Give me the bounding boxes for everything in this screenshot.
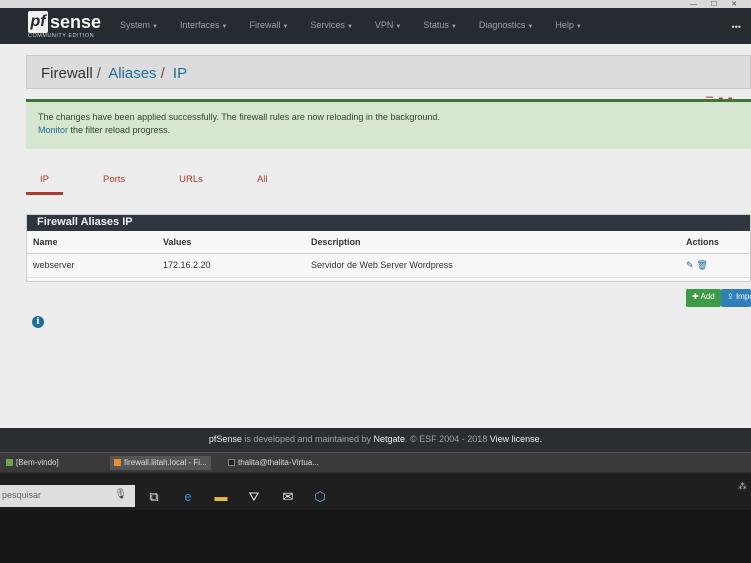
taskbar-app-terminal[interactable]: thalita@thalita-Virtua... — [224, 456, 323, 470]
footer-text1: is developed and maintained by — [241, 434, 374, 444]
taskbar-app-welcome[interactable]: [Bem-vindo] — [2, 456, 63, 470]
menu-services[interactable]: Services ▼ — [310, 20, 352, 30]
footer-text2: . © ESF 2004 - 2018 — [405, 434, 490, 444]
aliases-panel: Firewall Aliases IP Name Values Descript… — [26, 214, 751, 282]
search-box[interactable]: pesquisar 🎙 — [0, 485, 135, 507]
main-menu: System ▼ Interfaces ▼ Firewall ▼ Services ▼ … — [120, 20, 604, 30]
menu-help[interactable]: Help ▼ — [555, 20, 581, 30]
task-view-icon[interactable]: ⧉ — [146, 489, 162, 505]
firefox-icon — [114, 459, 121, 466]
logo-sense: sense — [50, 12, 102, 32]
tab-ports[interactable]: Ports — [89, 168, 139, 195]
footer-netgate-link[interactable]: Netgate — [374, 434, 406, 444]
breadcrumb-aliases[interactable]: Aliases — [108, 65, 156, 82]
file-explorer-icon[interactable]: ▬ — [213, 489, 229, 505]
edge-icon[interactable]: e — [180, 489, 196, 505]
col-description[interactable]: Description — [305, 231, 680, 254]
system-tray-icon[interactable]: ⁂ — [738, 481, 747, 492]
menu-interfaces[interactable]: Interfaces ▼ — [180, 20, 227, 30]
alias-name: webserver — [27, 253, 157, 278]
aliases-table: Name Values Description Actions webserve… — [27, 231, 750, 278]
col-values[interactable]: Values — [157, 231, 305, 254]
footer-license-link[interactable]: View license. — [490, 434, 542, 444]
search-placeholder: pesquisar — [2, 490, 42, 500]
import-button[interactable]: ⇪ Import — [721, 289, 751, 307]
menu-firewall[interactable]: Firewall ▼ — [249, 20, 288, 30]
terminal-icon — [228, 459, 235, 466]
logo-edition: COMMUNITY EDITION — [28, 33, 95, 39]
info-icon[interactable]: i — [32, 316, 44, 328]
upload-icon: ⇪ — [727, 292, 736, 301]
tab-urls[interactable]: URLs — [165, 168, 217, 195]
col-name[interactable]: Name — [27, 231, 157, 254]
success-alert: The changes have been applied successful… — [26, 99, 751, 149]
col-actions: Actions — [680, 231, 750, 254]
window-controls[interactable]: — ☐ ✕ — [690, 0, 743, 8]
add-button[interactable]: ✚ Add — [686, 289, 721, 307]
top-navbar: pf sense COMMUNITY EDITION System ▼ Inter… — [0, 8, 751, 44]
taskbar-app-firefox[interactable]: firewall.liitah.local - Fi... — [110, 456, 211, 470]
app-icon — [6, 459, 13, 466]
panel-title: Firewall Aliases IP — [27, 215, 750, 231]
windows-taskbar: pesquisar 🎙 ⧉ e ▬ ⛛ ✉ ⬡ ⁂ — [0, 472, 751, 510]
menu-vpn[interactable]: VPN ▼ — [375, 20, 401, 30]
alias-values: 172.16.2.20 — [157, 253, 305, 278]
logo-pf: pf — [28, 11, 48, 33]
footer-brand[interactable]: pfSense — [209, 434, 242, 444]
edit-pencil-icon[interactable]: ✎ — [686, 260, 694, 270]
alias-description: Servidor de Web Server Wordpress — [305, 253, 680, 278]
alert-line2: the filter reload progress. — [68, 125, 171, 135]
store-icon[interactable]: ⛛ — [246, 489, 262, 505]
tab-all[interactable]: All — [243, 168, 282, 195]
page-footer: pfSense is developed and maintained by N… — [0, 428, 751, 452]
pfsense-logo[interactable]: pf sense COMMUNITY EDITION — [28, 11, 108, 41]
tab-ip[interactable]: IP — [26, 168, 63, 195]
menu-system[interactable]: System ▼ — [120, 20, 158, 30]
breadcrumb-ip[interactable]: IP — [173, 65, 187, 82]
delete-trash-icon[interactable]: 🗑 — [697, 260, 708, 270]
breadcrumb: Firewall / Aliases / IP — [26, 55, 751, 89]
virtualbox-icon[interactable]: ⬡ — [312, 489, 328, 505]
row-actions: ✎ 🗑 — [680, 253, 750, 278]
menu-status[interactable]: Status ▼ — [423, 20, 456, 30]
breadcrumb-firewall: Firewall — [41, 65, 93, 82]
more-icon[interactable]: ••• — [732, 22, 741, 32]
alert-line1: The changes have been applied successful… — [38, 112, 440, 122]
menu-diagnostics[interactable]: Diagnostics ▼ — [479, 20, 533, 30]
main-content: Firewall/ Aliases/ IP ☰▮▮● The changes h… — [0, 44, 751, 428]
alias-tabs: IP Ports URLs All — [26, 168, 308, 196]
table-row[interactable]: webserver 172.16.2.20 Servidor de Web Se… — [27, 253, 750, 278]
linux-taskbar: [Bem-vindo] firewall.liitah.local - Fi..… — [0, 452, 751, 472]
table-header-row: Name Values Description Actions — [27, 231, 750, 254]
mail-icon[interactable]: ✉ — [280, 489, 296, 505]
window-title-strip: — ☐ ✕ — [0, 0, 751, 8]
microphone-icon[interactable]: 🎙 — [114, 489, 127, 500]
monitor-link[interactable]: Monitor — [38, 125, 68, 135]
monitor-bezel — [0, 510, 751, 563]
